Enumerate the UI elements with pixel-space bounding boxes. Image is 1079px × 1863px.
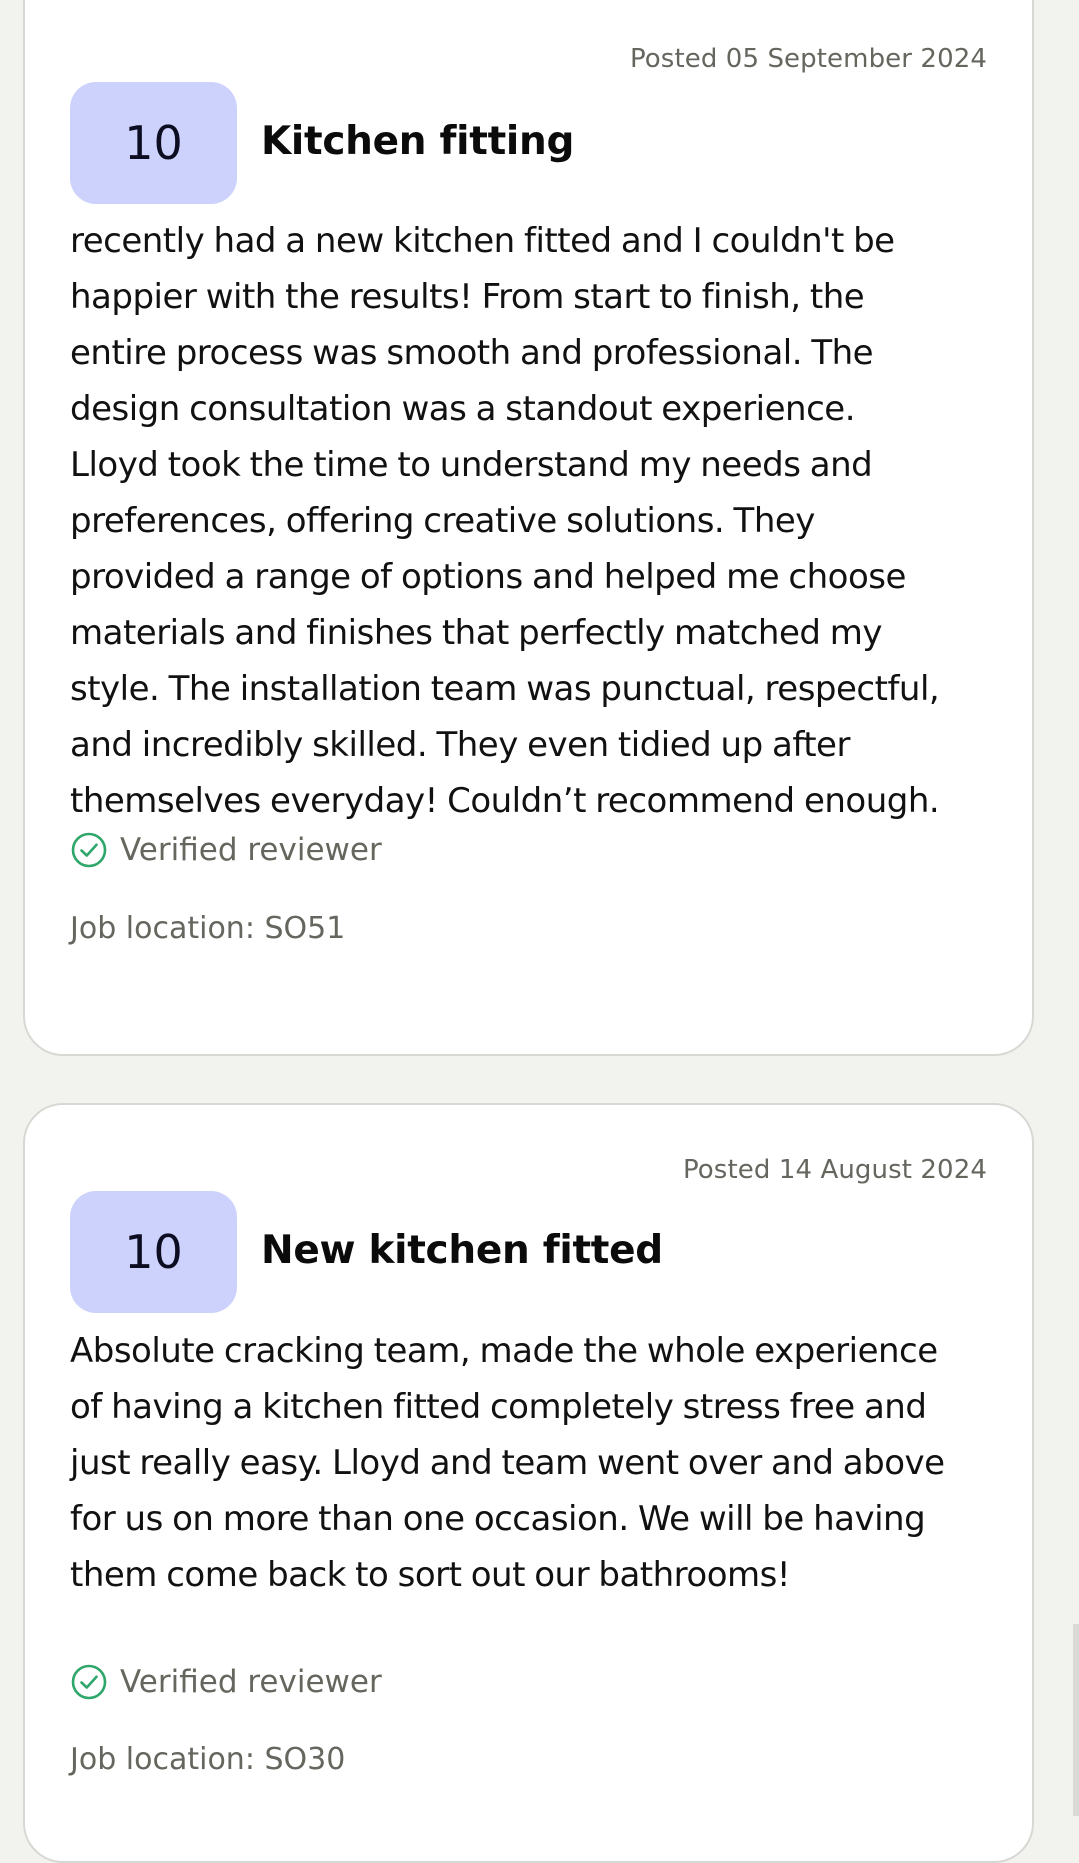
verified-reviewer: Verified reviewer: [70, 831, 382, 869]
review-title: New kitchen fitted: [261, 1228, 663, 1273]
verified-reviewer: Verified reviewer: [70, 1663, 382, 1701]
reviews-page: Posted 05 September 2024 10 Kitchen fitt…: [0, 0, 1079, 1863]
check-circle-icon: [71, 832, 107, 868]
review-card: Posted 05 September 2024 10 Kitchen fitt…: [23, 0, 1034, 1056]
posted-date: Posted 14 August 2024: [682, 1155, 987, 1185]
review-card: Posted 14 August 2024 10 New kitchen fit…: [23, 1103, 1034, 1863]
review-body: recently had a new kitchen fitted and I …: [70, 221, 940, 821]
score-badge: 10: [70, 82, 237, 204]
review-title: Kitchen fitting: [261, 119, 575, 164]
posted-date: Posted 05 September 2024: [629, 44, 987, 74]
verified-label: Verified reviewer: [120, 1664, 382, 1700]
check-circle-icon: [71, 1664, 107, 1700]
job-location: Job location: SO30: [70, 1742, 346, 1777]
score-badge: 10: [70, 1191, 237, 1313]
verified-label: Verified reviewer: [120, 832, 382, 868]
review-body: Absolute cracking team, made the whole e…: [70, 1331, 945, 1595]
scrollbar[interactable]: [1073, 1624, 1079, 1816]
job-location: Job location: SO51: [70, 911, 346, 946]
